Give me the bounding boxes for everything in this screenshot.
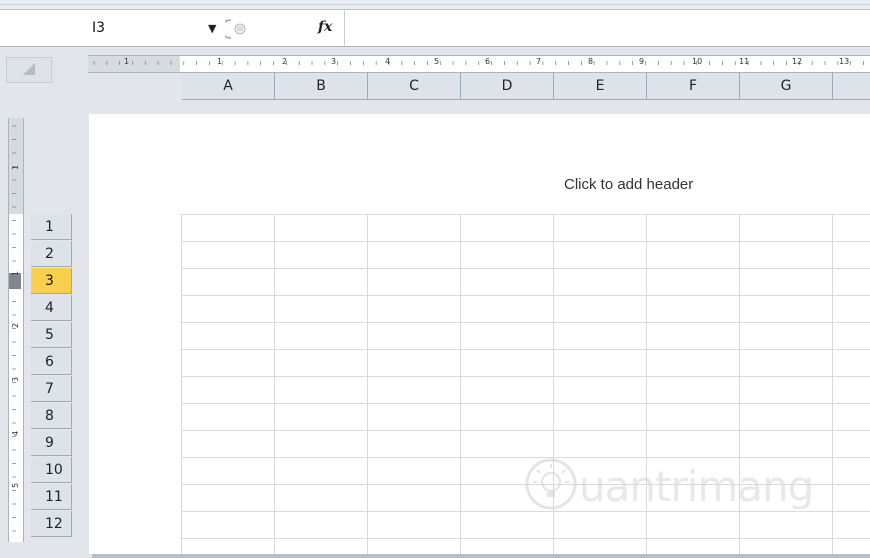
vertical-ruler[interactable]: 1 1 2 3 4 5 (8, 118, 24, 542)
insert-function-icon[interactable]: fx (318, 19, 332, 35)
formula-input[interactable] (345, 10, 870, 46)
row-header-6[interactable]: 6 (31, 349, 72, 375)
ruler-number: 11 (739, 57, 750, 66)
ruler-number: 12 (792, 57, 803, 66)
ruler-number: 5 (11, 483, 20, 488)
column-header-e[interactable]: E (554, 73, 647, 100)
ruler-number: 2 (11, 323, 20, 328)
ruler-number: 1 (11, 271, 20, 276)
row-header-2[interactable]: 2 (31, 241, 72, 267)
ruler-number: 9 (639, 57, 645, 66)
ruler-number: 1 (11, 165, 20, 170)
row-header-7[interactable]: 7 (31, 376, 72, 402)
cancel-icon[interactable] (225, 18, 253, 40)
name-box[interactable]: I3 (0, 10, 206, 46)
row-header-12[interactable]: 12 (31, 511, 72, 537)
watermark-logo: uantrimang (521, 456, 841, 526)
select-all-button[interactable] (6, 57, 52, 83)
formula-controls: fx (225, 18, 343, 40)
column-header-a[interactable]: A (182, 73, 275, 100)
ruler-number: 4 (385, 57, 391, 66)
watermark-bulb-icon (525, 458, 577, 510)
ruler-number: 7 (536, 57, 542, 66)
row-header-4[interactable]: 4 (31, 295, 72, 321)
column-header-d[interactable]: D (461, 73, 554, 100)
row-header-3[interactable]: 3 (31, 268, 72, 294)
ruler-number: 3 (331, 57, 337, 66)
column-headers: ABCDEFG (88, 73, 870, 100)
ruler-number: 13 (839, 57, 850, 66)
ruler-number: 3 (11, 377, 20, 382)
formula-bar: I3 ▼ fx (0, 10, 870, 47)
name-box-value[interactable]: I3 (92, 20, 105, 36)
horizontal-ruler[interactable]: 1 1 2 3 4 5 6 7 8 9 10 11 12 13 (88, 55, 870, 73)
column-header-overflow[interactable] (833, 73, 870, 100)
row-header-5[interactable]: 5 (31, 322, 72, 348)
row-header-1[interactable]: 1 (31, 214, 72, 240)
ruler-number: 5 (434, 57, 440, 66)
row-header-10[interactable]: 10 (31, 457, 72, 483)
select-all-corner (0, 55, 88, 95)
ruler-number: 4 (11, 431, 20, 436)
ruler-number: 1 (124, 57, 130, 66)
column-header-g[interactable]: G (740, 73, 833, 100)
watermark-text: uantrimang (579, 462, 814, 511)
ribbon-edge (0, 0, 870, 10)
chevron-down-icon[interactable]: ▼ (208, 22, 216, 35)
ruler-number: 8 (588, 57, 594, 66)
column-header-c[interactable]: C (368, 73, 461, 100)
ruler-number: 10 (692, 57, 703, 66)
ruler-number: 2 (282, 57, 288, 66)
row-header-11[interactable]: 11 (31, 484, 72, 510)
ruler-number: 1 (217, 57, 223, 66)
ruler-number: 6 (485, 57, 491, 66)
row-header-8[interactable]: 8 (31, 403, 72, 429)
column-header-f[interactable]: F (647, 73, 740, 100)
row-header-9[interactable]: 9 (31, 430, 72, 456)
print-page: Click to add header uantrimang (89, 114, 870, 554)
row-headers: 1 2 3 4 5 6 7 8 9 10 11 12 (31, 214, 73, 542)
header-placeholder[interactable]: Click to add header (564, 176, 693, 193)
column-header-b[interactable]: B (275, 73, 368, 100)
